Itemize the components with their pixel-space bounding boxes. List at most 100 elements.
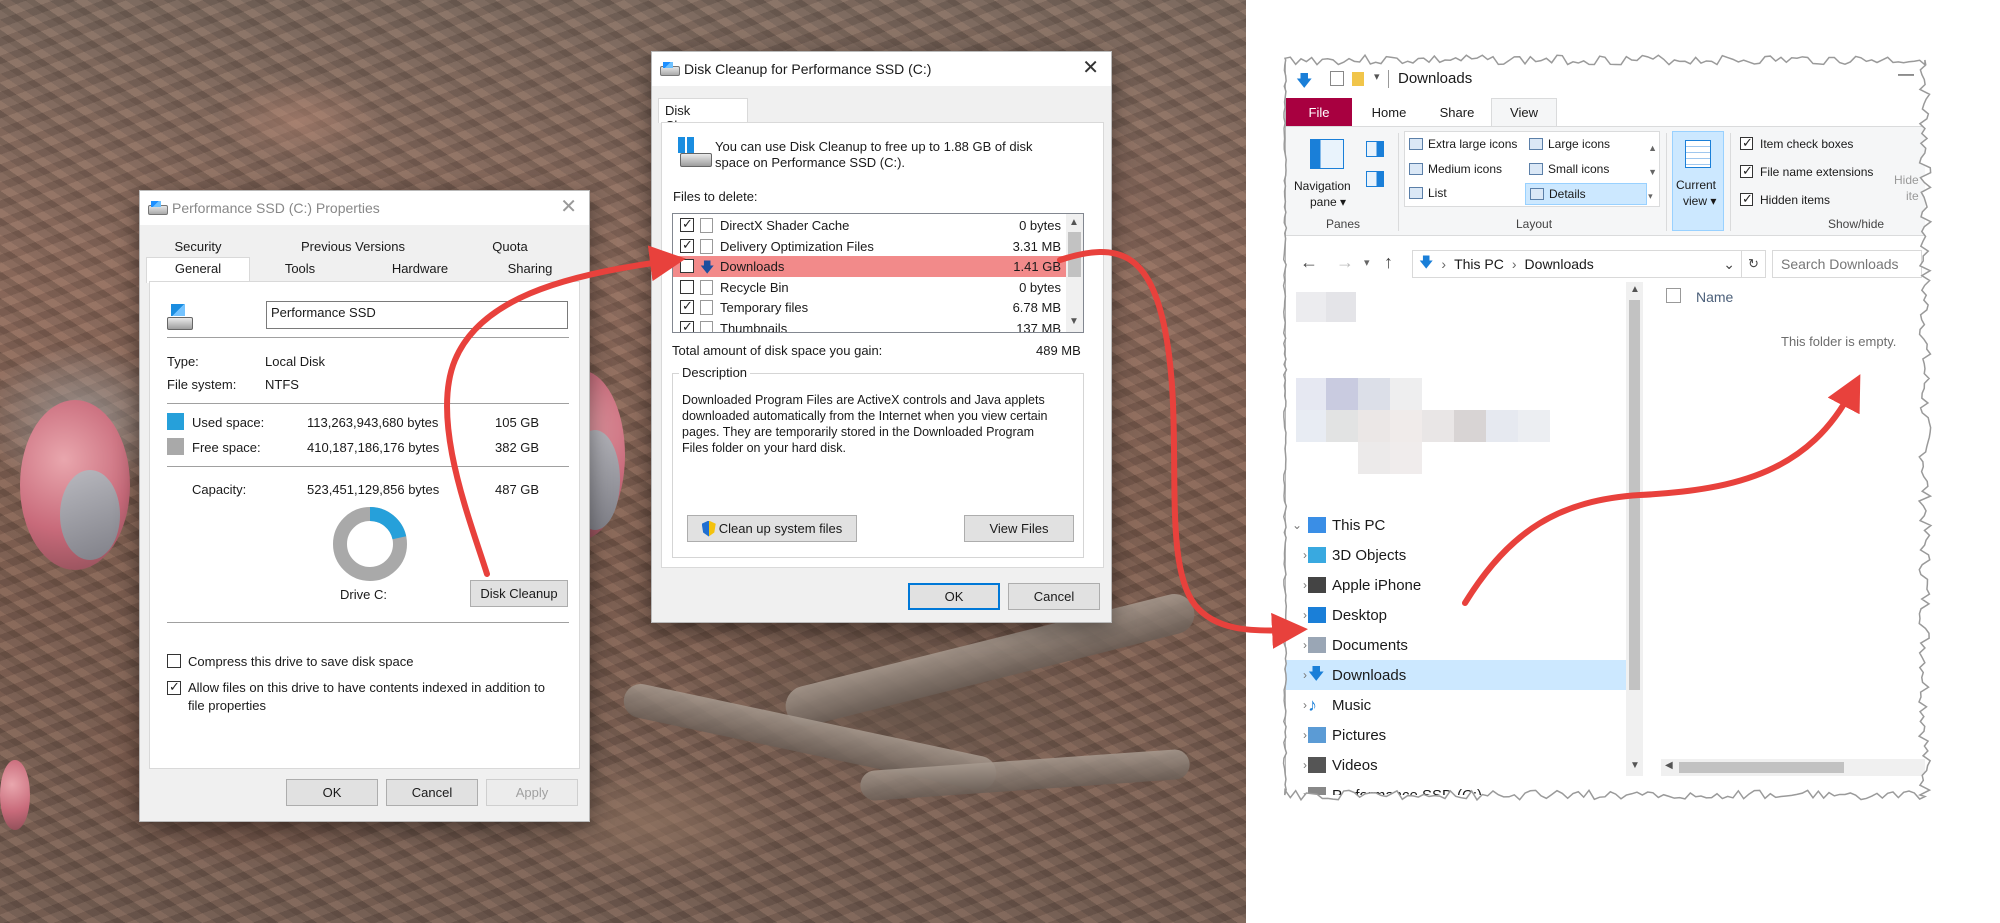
minimize-icon[interactable]: —	[1898, 66, 1914, 84]
layout-medium-icons[interactable]: Medium icons	[1409, 162, 1502, 176]
horizontal-scrollbar[interactable]: ◀	[1661, 759, 1925, 776]
column-header-name[interactable]: Name	[1696, 289, 1733, 305]
cancel-button[interactable]: Cancel	[386, 779, 478, 806]
chevron-right-icon[interactable]: ›	[1286, 638, 1308, 652]
gallery-scroll-icon[interactable]: ▲ ▼ ▾	[1648, 136, 1657, 208]
tab-home[interactable]: Home	[1356, 98, 1422, 126]
chevron-right-icon[interactable]: ›	[1286, 548, 1308, 562]
index-checkbox[interactable]	[167, 679, 181, 695]
scroll-thumb[interactable]	[1679, 762, 1844, 773]
scroll-up-icon[interactable]: ▲	[1069, 217, 1079, 228]
tab-general[interactable]: General	[146, 257, 250, 283]
chevron-right-icon[interactable]: ›	[1286, 758, 1308, 772]
file-row[interactable]: DirectX Shader Cache 0 bytes	[673, 215, 1067, 236]
view-files-button[interactable]: View Files	[964, 515, 1074, 542]
address-dropdown-icon[interactable]: ⌄	[1723, 256, 1735, 273]
recent-locations-icon[interactable]: ▾	[1364, 256, 1370, 269]
tab-file[interactable]: File	[1286, 98, 1352, 126]
tree-item[interactable]: › Apple iPhone	[1286, 570, 1626, 600]
chevron-right-icon[interactable]: ›	[1286, 668, 1308, 682]
forward-icon[interactable]: →	[1336, 252, 1354, 273]
chevron-right-icon[interactable]: ›	[1286, 578, 1308, 592]
file-checkbox[interactable]	[680, 259, 694, 273]
layout-list[interactable]: List	[1409, 186, 1447, 200]
search-box[interactable]: Search Downloads	[1772, 250, 1922, 278]
item-check-boxes-checkbox[interactable]	[1740, 135, 1753, 151]
chevron-right-icon[interactable]: ›	[1286, 788, 1308, 795]
layout-extra-large-icons[interactable]: Extra large icons	[1409, 137, 1517, 151]
hide-selected-items-label-1[interactable]: Hide	[1894, 173, 1919, 187]
breadcrumb-this-pc[interactable]: This PC	[1454, 256, 1504, 272]
quick-access-down-arrow-icon[interactable]: 🡇	[1296, 70, 1312, 97]
cleanup-titlebar[interactable]: Disk Cleanup for Performance SSD (C:) ✕	[652, 52, 1111, 86]
cancel-button[interactable]: Cancel	[1008, 583, 1100, 610]
up-icon[interactable]: ↑	[1384, 252, 1393, 273]
scroll-down-icon[interactable]: ▼	[1069, 316, 1079, 327]
ok-button[interactable]: OK	[908, 583, 1000, 610]
file-checkbox[interactable]	[680, 319, 694, 332]
layout-details[interactable]: Details	[1525, 183, 1647, 205]
scroll-left-icon[interactable]: ◀	[1665, 760, 1673, 771]
scroll-up-icon[interactable]: ▲	[1630, 284, 1640, 295]
close-icon[interactable]: ✕	[560, 197, 577, 217]
layout-small-icons[interactable]: Small icons	[1529, 162, 1609, 176]
scroll-thumb[interactable]	[1629, 300, 1640, 690]
tree-item[interactable]: › 🡇 Downloads	[1286, 660, 1626, 690]
disk-cleanup-button[interactable]: Disk Cleanup	[470, 580, 568, 607]
explorer-titlebar[interactable]: 🡇 ▾ Downloads —	[1286, 60, 1925, 98]
file-name-extensions-checkbox[interactable]	[1740, 163, 1753, 179]
tab-quota[interactable]: Quota	[460, 239, 560, 254]
details-pane-icon[interactable]	[1366, 171, 1384, 187]
tree-item[interactable]: › Pictures	[1286, 720, 1626, 750]
file-checkbox[interactable]	[680, 298, 694, 314]
scroll-down-icon[interactable]: ▼	[1630, 760, 1640, 771]
tree-item[interactable]: › Desktop	[1286, 600, 1626, 630]
tab-sharing[interactable]: Sharing	[485, 261, 575, 276]
file-row[interactable]: Temporary files 6.78 MB	[673, 297, 1067, 318]
breadcrumb-downloads[interactable]: Downloads	[1525, 256, 1594, 272]
apply-button[interactable]: Apply	[486, 779, 578, 806]
file-checkbox[interactable]	[680, 237, 694, 253]
clean-up-system-files-button[interactable]: Clean up system files	[687, 515, 857, 542]
file-row[interactable]: 🡇 Downloads 1.41 GB	[673, 256, 1067, 277]
tab-tools[interactable]: Tools	[260, 261, 340, 276]
tab-share[interactable]: Share	[1424, 98, 1490, 126]
customize-qat-icon[interactable]: ▾	[1374, 70, 1380, 83]
address-bar[interactable]: 🡇 › This PC › Downloads ⌄	[1412, 250, 1742, 278]
hide-selected-items-label-2[interactable]: ite	[1906, 189, 1919, 203]
tree-item[interactable]: › Performance SSD (C:)	[1286, 780, 1626, 795]
file-row[interactable]: Recycle Bin 0 bytes	[673, 277, 1067, 298]
file-row[interactable]: Thumbnails 137 MB	[673, 318, 1067, 332]
tab-disk-cleanup[interactable]: Disk Cleanup	[658, 98, 748, 133]
close-icon[interactable]: ✕	[1082, 58, 1099, 78]
file-list-scrollbar[interactable]: ▲ ▼	[1066, 214, 1083, 332]
drive-name-field[interactable]: Performance SSD	[266, 301, 568, 329]
navigation-pane-button[interactable]: Navigation pane ▾	[1294, 135, 1351, 209]
tab-security[interactable]: Security	[148, 239, 248, 254]
tree-item[interactable]: ⌄ This PC	[1286, 510, 1626, 540]
chevron-right-icon[interactable]: ›	[1286, 608, 1308, 622]
tab-hardware[interactable]: Hardware	[365, 261, 475, 276]
files-to-delete-list[interactable]: Thumbnails 137 MB Temporary files 6.78 MB Re…	[672, 213, 1084, 333]
properties-qat-icon[interactable]	[1330, 71, 1344, 86]
scroll-thumb[interactable]	[1068, 232, 1081, 277]
tab-view[interactable]: View	[1491, 98, 1557, 126]
new-folder-qat-icon[interactable]	[1352, 72, 1364, 86]
tree-item[interactable]: › 3D Objects	[1286, 540, 1626, 570]
chevron-right-icon[interactable]: ›	[1286, 728, 1308, 742]
preview-pane-icon[interactable]	[1366, 141, 1384, 157]
back-icon[interactable]: ←	[1300, 252, 1318, 273]
tree-item[interactable]: › ♪ Music	[1286, 690, 1626, 720]
refresh-button[interactable]: ↻	[1742, 250, 1766, 278]
current-view-button[interactable]: Current view ▾	[1672, 131, 1724, 231]
file-row[interactable]: Delivery Optimization Files 3.31 MB	[673, 236, 1067, 257]
nav-scrollbar[interactable]: ▲ ▼	[1626, 282, 1643, 776]
file-checkbox[interactable]	[680, 216, 694, 232]
hidden-items-checkbox[interactable]	[1740, 191, 1753, 207]
layout-large-icons[interactable]: Large icons	[1529, 137, 1610, 151]
chevron-down-icon[interactable]: ⌄	[1286, 518, 1308, 532]
chevron-right-icon[interactable]: ›	[1286, 698, 1308, 712]
tree-item[interactable]: › Videos	[1286, 750, 1626, 780]
properties-titlebar[interactable]: Performance SSD (C:) Properties ✕	[140, 191, 589, 225]
ok-button[interactable]: OK	[286, 779, 378, 806]
